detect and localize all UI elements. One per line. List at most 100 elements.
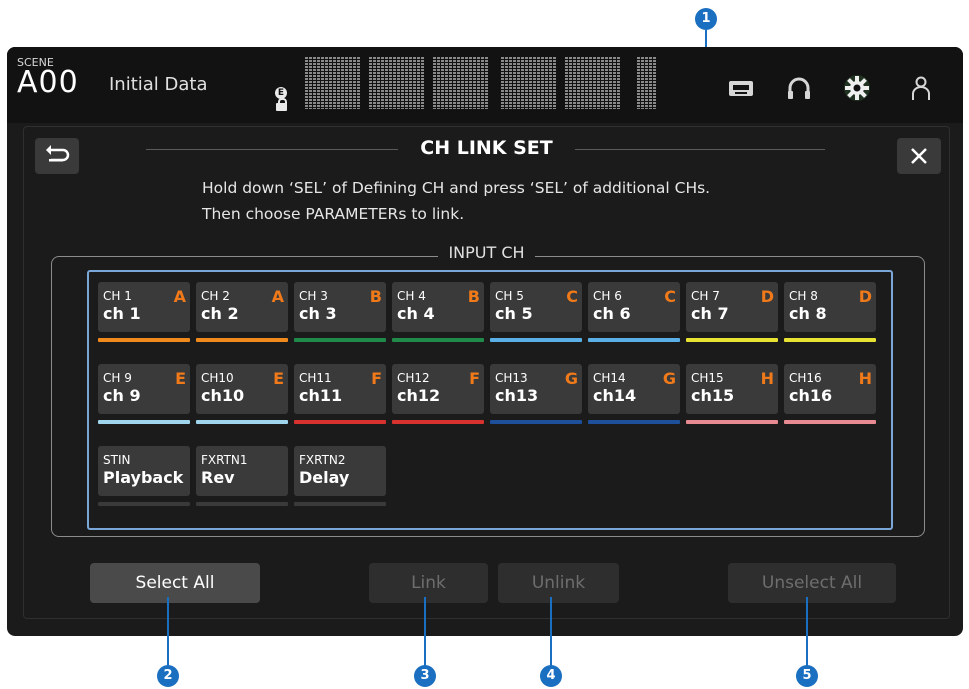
channel-button-ch12[interactable]: CH12 ch12 F [392, 364, 484, 424]
channel-id: CH 4 [397, 289, 426, 303]
channel-name: ch 2 [201, 304, 239, 323]
meter-bar [345, 57, 348, 109]
channel-button-fxrtn1[interactable]: FXRTN1 Rev [196, 446, 288, 506]
callout-2-line [167, 597, 169, 667]
link-button[interactable]: Link [369, 563, 488, 603]
meter-bar [465, 57, 468, 109]
unlink-button[interactable]: Unlink [498, 563, 619, 603]
meter-bar [485, 57, 488, 109]
meter-bar [609, 57, 612, 109]
meter-bar [425, 57, 428, 109]
meter-bar [449, 57, 452, 109]
meter-bar [497, 57, 500, 109]
link-group-letter: A [271, 287, 284, 306]
meter-bar [397, 57, 400, 109]
link-group-letter: B [467, 287, 480, 306]
ch-link-set-dialog: CH LINK SET Hold down ‘SEL’ of Defining … [23, 126, 950, 619]
channel-button-ch2[interactable]: CH 2 ch 2 A [196, 282, 288, 342]
channel-button-ch3[interactable]: CH 3 ch 3 B [294, 282, 386, 342]
channel-button-ch16[interactable]: CH16 ch16 H [784, 364, 876, 424]
meter-bar [625, 57, 628, 109]
link-group-letter: F [469, 369, 480, 388]
meter-bar [565, 57, 568, 109]
channel-name: ch 4 [397, 304, 435, 323]
scene-number[interactable]: A00 [17, 65, 79, 100]
channel-name: Playback [103, 468, 184, 487]
meter-bar [409, 57, 412, 109]
headphones-icon[interactable] [783, 72, 815, 104]
meter-bar [569, 57, 572, 109]
meter-bar [473, 57, 476, 109]
channel-button-ch6[interactable]: CH 6 ch 6 C [588, 282, 680, 342]
link-group-letter: G [564, 369, 578, 388]
meter-bar [505, 57, 508, 109]
meter-bar [441, 57, 444, 109]
channel-id: CH12 [397, 371, 430, 385]
meter-bar [321, 57, 324, 109]
meter-bar [577, 57, 580, 109]
meter-bar [489, 57, 492, 109]
meter-bar [621, 57, 624, 109]
dialog-title: CH LINK SET [420, 137, 553, 159]
channel-id: CH13 [495, 371, 528, 385]
callout-1: 1 [695, 8, 717, 30]
channel-button-stin[interactable]: STIN Playback [98, 446, 190, 506]
close-button[interactable] [897, 138, 941, 174]
recorder-icon[interactable] [725, 72, 757, 104]
channel-name: ch14 [593, 386, 637, 405]
channel-color-bar [588, 420, 680, 424]
channel-id: CH 6 [593, 289, 622, 303]
meter-bar [525, 57, 528, 109]
channel-color-bar [784, 338, 876, 342]
channel-id: CH 3 [299, 289, 328, 303]
meter-bar [453, 57, 456, 109]
channel-id: CH11 [299, 371, 332, 385]
callout-3: 3 [414, 665, 436, 687]
channel-id: CH 8 [789, 289, 818, 303]
channel-id: CH10 [201, 371, 234, 385]
meter-bar [341, 57, 344, 109]
scene-name[interactable]: Initial Data [109, 74, 208, 95]
channel-button-ch15[interactable]: CH15 ch15 H [686, 364, 778, 424]
meter-bar [429, 57, 432, 109]
meter-bar [581, 57, 584, 109]
gear-icon[interactable] [841, 72, 873, 104]
channel-button-ch14[interactable]: CH14 ch14 G [588, 364, 680, 424]
meter-bar [333, 57, 336, 109]
channel-button-ch7[interactable]: CH 7 ch 7 D [686, 282, 778, 342]
channel-button-ch1[interactable]: CH 1 ch 1 A [98, 282, 190, 342]
meter-bar [597, 57, 600, 109]
meter-bar [433, 57, 436, 109]
unselect-all-button[interactable]: Unselect All [728, 563, 896, 603]
channel-button-fxrtn2[interactable]: FXRTN2 Delay [294, 446, 386, 506]
meter-bar [329, 57, 332, 109]
group-label-text: INPUT CH [438, 243, 535, 262]
channel-button-ch8[interactable]: CH 8 ch 8 D [784, 282, 876, 342]
meter-bar [521, 57, 524, 109]
link-group-letter: H [858, 369, 872, 388]
channel-name: ch 7 [691, 304, 729, 323]
channel-button-ch13[interactable]: CH13 ch13 G [490, 364, 582, 424]
instruction-line-1: Hold down ‘SEL’ of Defining CH and press… [202, 179, 711, 197]
channel-button-ch5[interactable]: CH 5 ch 5 C [490, 282, 582, 342]
channel-button-ch11[interactable]: CH11 ch11 F [294, 364, 386, 424]
meter-bar [633, 57, 636, 109]
level-meters[interactable] [305, 57, 656, 109]
callout-5-line [806, 597, 808, 667]
link-group-letter: B [369, 287, 382, 306]
channel-button-ch9[interactable]: CH 9 ch 9 E [98, 364, 190, 424]
meter-bar [513, 57, 516, 109]
meter-bar [553, 57, 556, 109]
meter-bar [445, 57, 448, 109]
channel-button-ch10[interactable]: CH10 ch10 E [196, 364, 288, 424]
channel-button-ch4[interactable]: CH 4 ch 4 B [392, 282, 484, 342]
meter-bar [653, 57, 656, 109]
back-button[interactable] [35, 138, 79, 174]
meter-bar [537, 57, 540, 109]
select-all-button[interactable]: Select All [90, 563, 260, 603]
meter-bar [545, 57, 548, 109]
meter-bar [385, 57, 388, 109]
channel-name: ch12 [397, 386, 441, 405]
user-icon[interactable] [905, 72, 937, 104]
callout-2: 2 [157, 665, 179, 687]
